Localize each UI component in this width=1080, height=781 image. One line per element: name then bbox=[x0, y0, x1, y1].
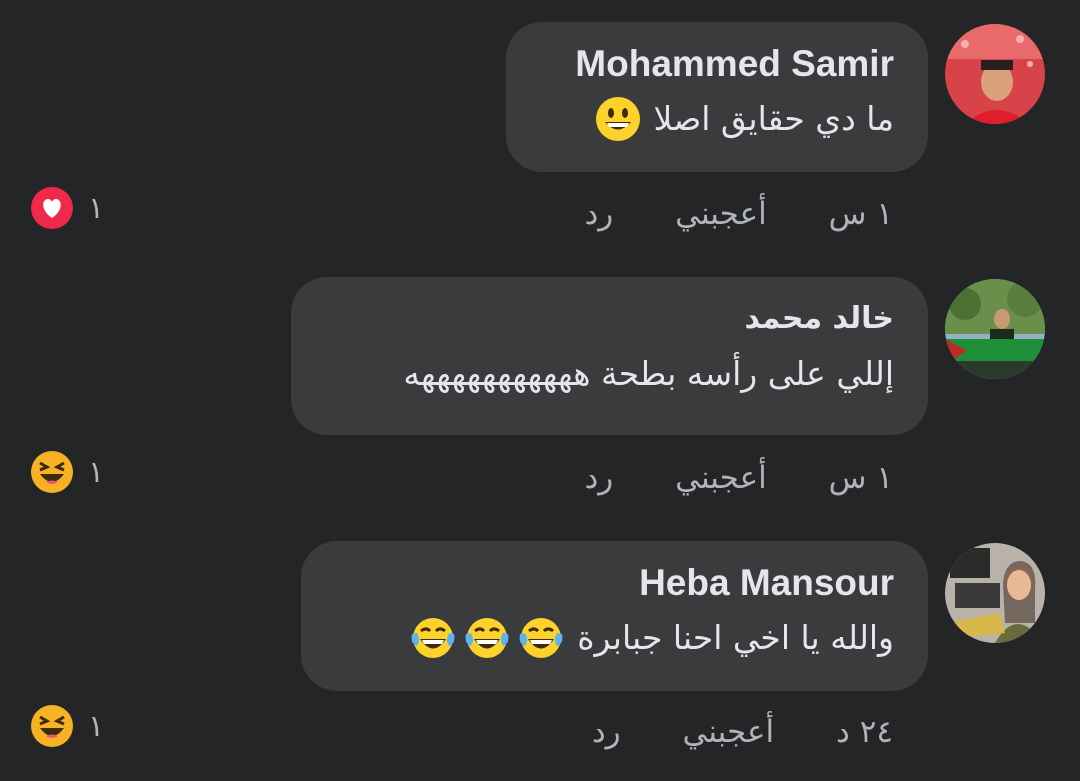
reaction-count: ١ bbox=[88, 190, 105, 226]
reply-button[interactable]: رد bbox=[584, 460, 613, 496]
comment-text: والله يا اخي احنا جبابرة bbox=[335, 611, 894, 665]
comment-text-content: ما دي حقايق اصلا bbox=[653, 99, 894, 138]
haha-reaction-icon bbox=[31, 451, 73, 493]
haha-reaction-icon bbox=[31, 705, 73, 747]
tears-of-joy-icon bbox=[411, 618, 455, 658]
grinning-face-icon bbox=[595, 97, 640, 141]
tears-of-joy-icon bbox=[465, 618, 509, 658]
comment-bubble: Mohammed Samir ما دي حقايق اصلا bbox=[506, 22, 928, 172]
comment-bubble: خالد محمد إللي على رأسه بطحة ههههههههههه… bbox=[291, 277, 928, 435]
like-button[interactable]: أعجبني bbox=[675, 460, 767, 496]
comment-time[interactable]: ١ س bbox=[829, 196, 893, 232]
reaction-count: ١ bbox=[88, 708, 105, 744]
comment-actions: ١ س أعجبني رد bbox=[584, 460, 893, 496]
love-reaction-icon bbox=[31, 187, 73, 229]
reaction-summary[interactable]: ١ bbox=[30, 450, 104, 494]
tears-of-joy-icon bbox=[519, 618, 563, 658]
comment-text: إللي على رأسه بطحة هههههههههههه bbox=[403, 354, 894, 393]
comment-actions: ١ س أعجبني رد bbox=[584, 196, 893, 232]
comment-time[interactable]: ٢٤ د bbox=[836, 714, 893, 750]
reaction-summary[interactable]: ١ bbox=[30, 704, 104, 748]
comment-text: ما دي حقايق اصلا bbox=[540, 92, 894, 146]
like-button[interactable]: أعجبني bbox=[682, 714, 774, 750]
comment-author[interactable]: Heba Mansour bbox=[335, 561, 894, 605]
avatar[interactable] bbox=[945, 543, 1045, 643]
comment-bubble: Heba Mansour والله يا اخي احنا جبابرة bbox=[301, 541, 928, 691]
comment-time[interactable]: ١ س bbox=[829, 460, 893, 496]
reply-button[interactable]: رد bbox=[584, 196, 613, 232]
reply-button[interactable]: رد bbox=[592, 714, 621, 750]
comment-author[interactable]: Mohammed Samir bbox=[540, 42, 894, 86]
reaction-summary[interactable]: ١ bbox=[30, 186, 104, 230]
like-button[interactable]: أعجبني bbox=[675, 196, 767, 232]
comment-author[interactable]: خالد محمد bbox=[325, 297, 894, 341]
avatar[interactable] bbox=[945, 24, 1045, 124]
comment-text-content: والله يا اخي احنا جبابرة bbox=[577, 618, 894, 657]
avatar[interactable] bbox=[945, 279, 1045, 379]
comment-actions: ٢٤ د أعجبني رد bbox=[592, 714, 893, 750]
reaction-count: ١ bbox=[88, 454, 105, 490]
